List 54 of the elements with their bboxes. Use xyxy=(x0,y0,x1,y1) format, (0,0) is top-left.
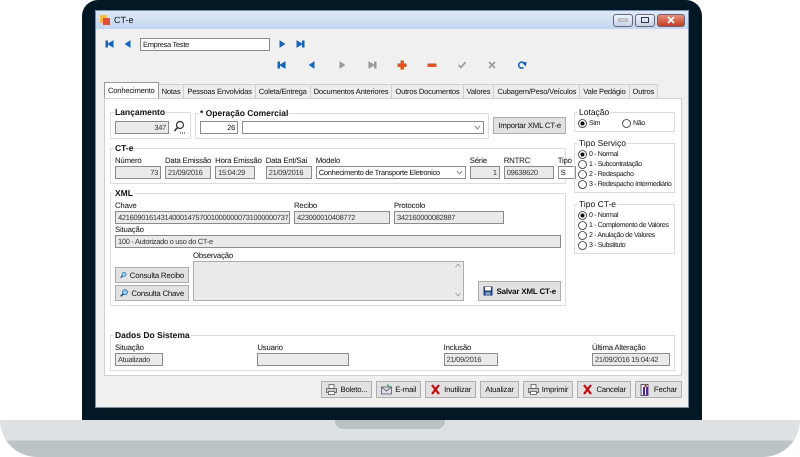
refresh-icon xyxy=(517,60,527,70)
scrollbar-icon xyxy=(454,262,462,298)
printer-icon xyxy=(326,384,338,395)
confirm-icon xyxy=(457,60,467,70)
close-button[interactable] xyxy=(657,14,685,26)
radio-button[interactable] xyxy=(578,180,587,189)
operation-select[interactable] xyxy=(242,120,484,134)
minimize-icon xyxy=(618,17,628,23)
magnifier-icon xyxy=(120,270,127,280)
maximize-icon xyxy=(640,16,650,24)
first-toolbar-button[interactable] xyxy=(276,59,288,71)
add-icon xyxy=(397,60,407,70)
envelope-icon xyxy=(381,384,392,395)
maximize-button[interactable] xyxy=(635,14,655,26)
group-title: Lançamento xyxy=(114,107,166,117)
radio-button[interactable] xyxy=(578,150,587,159)
radio-button[interactable] xyxy=(578,241,587,250)
cross-icon xyxy=(582,384,594,395)
notes-field[interactable] xyxy=(193,261,464,301)
radio-button[interactable] xyxy=(578,231,587,240)
magnifier-icon xyxy=(120,288,128,298)
group-title: CT-e xyxy=(114,143,134,153)
dropdown-icon xyxy=(454,168,464,177)
last-record-button[interactable] xyxy=(294,38,306,50)
printer-icon xyxy=(528,384,539,395)
next-icon xyxy=(337,60,347,70)
cross-icon xyxy=(430,384,442,395)
radio-button[interactable] xyxy=(578,119,587,128)
group-title: Tipo Serviço xyxy=(578,138,627,148)
text-field[interactable] xyxy=(257,353,350,366)
radio-button[interactable] xyxy=(578,211,587,220)
last-icon xyxy=(367,60,377,70)
group-title: Lotação xyxy=(578,107,610,117)
prev-icon xyxy=(307,60,317,70)
save-xml-button[interactable]: Salvar XML CT-e xyxy=(478,281,561,301)
first-icon xyxy=(277,60,287,70)
group-title: XML xyxy=(114,188,134,198)
group-title: * Operação Comercial xyxy=(199,108,290,118)
search-icon[interactable] xyxy=(173,120,186,134)
window-title: CT-e xyxy=(114,15,134,25)
door-icon xyxy=(640,384,651,396)
group-title: Dados Do Sistema xyxy=(114,330,191,340)
refresh-toolbar-button[interactable] xyxy=(516,59,528,71)
radio-button[interactable] xyxy=(578,170,587,179)
group-title: Tipo CT-e xyxy=(578,199,618,209)
first-record-button[interactable] xyxy=(104,38,116,50)
radio-button[interactable] xyxy=(578,221,587,230)
minimize-button[interactable] xyxy=(613,14,633,26)
cancel-icon xyxy=(487,60,497,70)
app-icon xyxy=(99,14,111,26)
add-toolbar-button[interactable] xyxy=(396,59,408,71)
radio-button[interactable] xyxy=(622,119,632,128)
radio-button[interactable] xyxy=(578,160,587,169)
close-icon xyxy=(666,16,676,24)
